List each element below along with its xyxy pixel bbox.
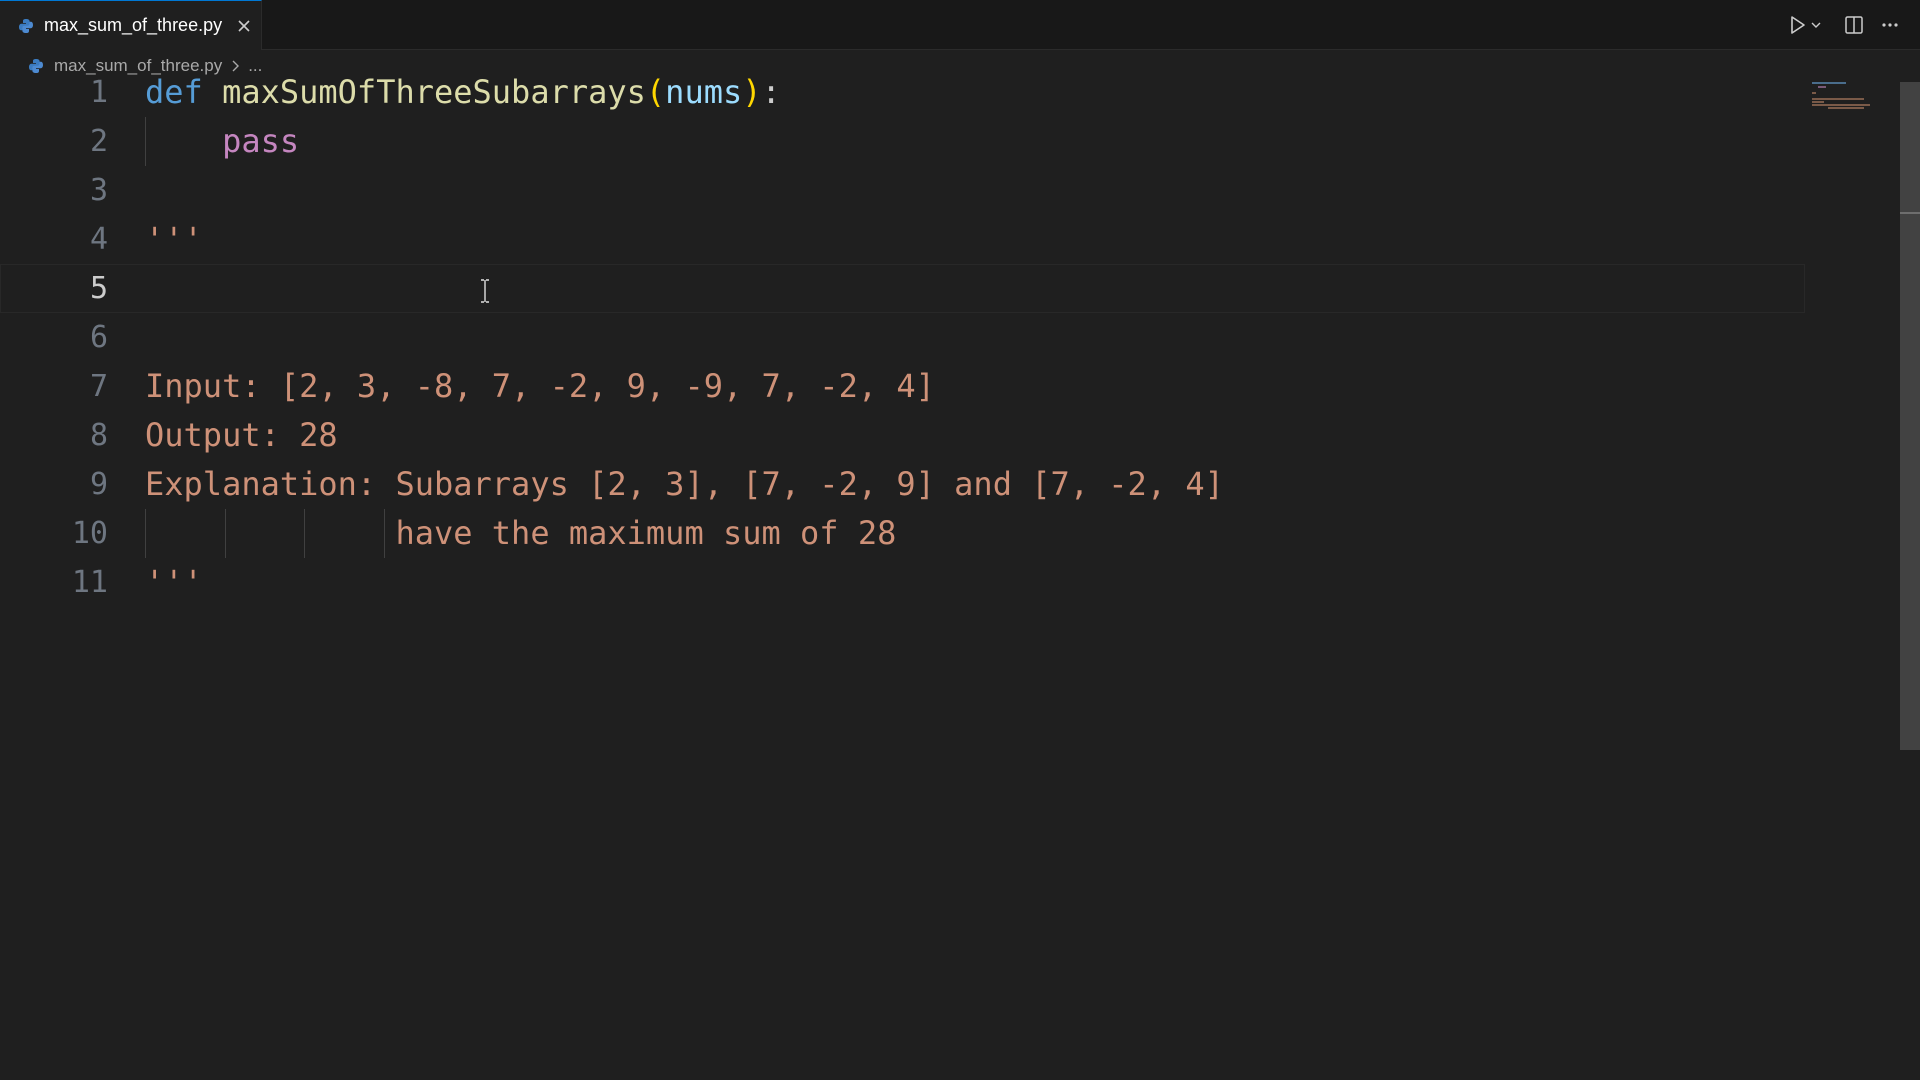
code-token: nums <box>665 73 743 111</box>
line-number: 5 <box>89 271 108 306</box>
minimap[interactable] <box>1810 82 1900 122</box>
code-token: pass <box>222 122 300 160</box>
run-menu-button[interactable] <box>1810 12 1822 38</box>
close-tab-button[interactable] <box>234 16 254 36</box>
code-line[interactable]: 9 Explanation: Subarrays [2, 3], [7, -2, … <box>0 460 1805 509</box>
run-button[interactable] <box>1788 12 1808 38</box>
line-number: 11 <box>71 565 108 600</box>
code-token: ''' <box>145 563 203 601</box>
line-number: 2 <box>89 124 108 159</box>
line-number: 7 <box>89 369 108 404</box>
line-number: 10 <box>71 516 108 551</box>
code-token: ''' <box>145 220 203 258</box>
code-line[interactable]: 3 <box>0 166 1805 215</box>
ellipsis-icon <box>1882 23 1898 27</box>
code-token: Output: 28 <box>145 416 338 454</box>
line-number: 6 <box>89 320 108 355</box>
code-line[interactable]: 5 <box>0 264 1805 313</box>
line-number: 9 <box>89 467 108 502</box>
code-text: ''' <box>145 558 203 607</box>
text-cursor-icon <box>481 279 489 303</box>
code-line[interactable]: 6 <box>0 313 1805 362</box>
code-line[interactable]: 11 ''' <box>0 558 1805 607</box>
line-number: 3 <box>89 173 108 208</box>
code-line[interactable]: 1 def maxSumOfThreeSubarrays(nums): <box>0 68 1805 117</box>
close-icon <box>238 19 250 32</box>
code-editor[interactable]: 1 def maxSumOfThreeSubarrays(nums): 2 pass… <box>0 73 1900 1080</box>
tab-max-sum-of-three[interactable]: max_sum_of_three.py <box>0 0 262 50</box>
tab-label: max_sum_of_three.py <box>44 15 223 35</box>
split-editor-button[interactable] <box>1844 12 1864 38</box>
vertical-scrollbar[interactable] <box>1900 82 1920 1080</box>
tab-bar: max_sum_of_three.py <box>0 0 1920 50</box>
editor-window: max_sum_of_three.py max_sum_of_three.py … <box>0 0 1920 1080</box>
code-token: Input: [2, 3, -8, 7, -2, 9, -9, 7, -2, 4… <box>145 367 935 405</box>
code-text: def maxSumOfThreeSubarrays(nums): <box>145 68 781 117</box>
code-text: ''' <box>145 215 203 264</box>
scrollbar-thumb[interactable] <box>1900 82 1920 750</box>
code-text: have the maximum sum of 28 <box>145 509 896 558</box>
line-number: 8 <box>89 418 108 453</box>
code-text: pass <box>145 117 299 166</box>
code-line[interactable]: 7 Input: [2, 3, -8, 7, -2, 9, -9, 7, -2, … <box>0 362 1805 411</box>
code-text: Explanation: Subarrays [2, 3], [7, -2, 9… <box>145 460 1224 509</box>
code-line[interactable]: 4 ''' <box>0 215 1805 264</box>
editor-actions <box>1780 12 1900 38</box>
code-token: Explanation: Subarrays [2, 3], [7, -2, 9… <box>145 465 1224 503</box>
play-icon <box>1791 16 1805 34</box>
code-text: Output: 28 <box>145 411 338 460</box>
code-line[interactable]: 2 pass <box>0 117 1805 166</box>
chevron-down-icon <box>1811 22 1821 28</box>
code-text: Input: [2, 3, -8, 7, -2, 9, -9, 7, -2, 4… <box>145 362 935 411</box>
python-file-icon <box>19 18 33 33</box>
split-editor-icon <box>1845 16 1863 34</box>
code-token: have the maximum sum of 28 <box>145 514 897 552</box>
code-token: ( <box>645 73 666 111</box>
line-number: 4 <box>89 222 108 257</box>
code-line[interactable]: 10 have the maximum sum of 28 <box>0 509 1805 558</box>
code-token: maxSumOfThreeSubarrays <box>222 73 646 111</box>
line-number: 1 <box>89 75 108 110</box>
cursor-position-marker <box>1900 212 1920 214</box>
code-token: def <box>145 73 203 111</box>
code-line[interactable]: 8 Output: 28 <box>0 411 1805 460</box>
code-token: : <box>761 73 781 111</box>
more-actions-button[interactable] <box>1880 12 1900 38</box>
code-token: ) <box>742 73 762 111</box>
